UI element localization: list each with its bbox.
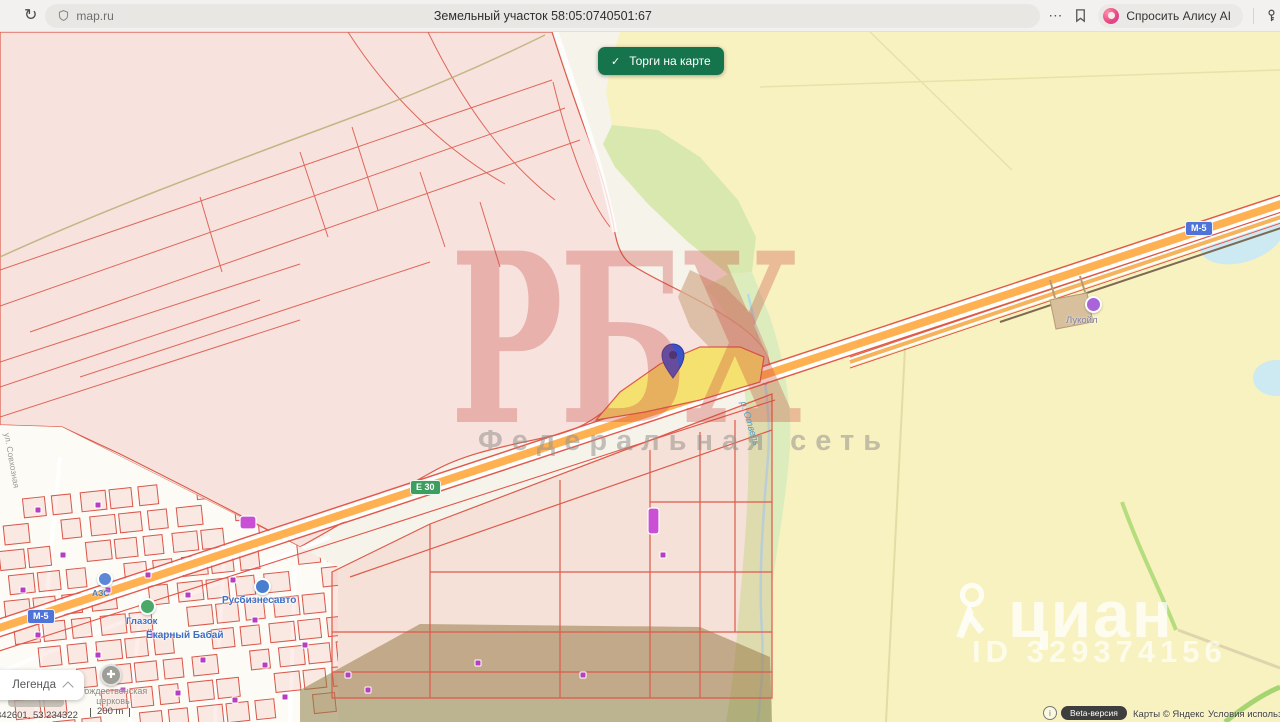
church-poi-icon[interactable]: ✚ [100, 664, 122, 686]
commercial-building-marker [239, 515, 257, 530]
chevron-up-icon [62, 680, 74, 693]
beta-badge: Beta-версия [1061, 706, 1127, 720]
road-shield-e30: Е 30 [410, 480, 441, 495]
more-menu-button[interactable]: ⋯ [1048, 7, 1063, 24]
scale-bar: 200 m [90, 706, 131, 717]
road-shield-m5: М-5 [27, 609, 55, 624]
rusbiznesavto-poi-icon[interactable] [254, 578, 271, 595]
map-canvas[interactable] [0, 32, 1280, 722]
legend-label: Легенда [12, 679, 56, 691]
azs-poi-icon[interactable] [97, 571, 113, 587]
map-viewport: ✓ Торги на карте РБХ Федеральная сеть ци… [0, 32, 1280, 722]
scale-value: 200 m [97, 706, 124, 717]
glazok-poi-icon[interactable] [139, 598, 156, 615]
commercial-building-marker [647, 507, 660, 535]
browser-toolbar: ↻ map.ru Земельный участок 58:05:0740501… [0, 0, 1280, 32]
torgi-label: Торги на карте [629, 54, 711, 68]
ask-alice-button[interactable]: Спросить Алису AI [1098, 3, 1243, 28]
info-button[interactable]: i [1043, 706, 1057, 720]
check-icon: ✓ [611, 55, 621, 68]
url-text: map.ru [76, 8, 114, 23]
scale-tick [129, 708, 131, 717]
scale-tick [90, 708, 91, 717]
info-icon: i [1049, 708, 1051, 718]
road-shield-m5: М-5 [1185, 221, 1213, 236]
password-key-icon[interactable] [1264, 8, 1279, 23]
bookmark-icon[interactable] [1073, 8, 1088, 23]
alice-icon [1103, 7, 1120, 24]
reload-button[interactable]: ↻ [24, 7, 37, 24]
legend-button[interactable]: Легенда [0, 670, 84, 700]
lukoil-poi-icon[interactable] [1085, 296, 1102, 313]
torgi-na-karte-button[interactable]: ✓ Торги на карте [598, 47, 724, 75]
divider [1253, 7, 1254, 24]
alice-label: Спросить Алису AI [1126, 8, 1231, 23]
url-bar[interactable]: map.ru Земельный участок 58:05:0740501:6… [45, 3, 1041, 28]
page-title: Земельный участок 58:05:0740501:67 [433, 8, 652, 23]
